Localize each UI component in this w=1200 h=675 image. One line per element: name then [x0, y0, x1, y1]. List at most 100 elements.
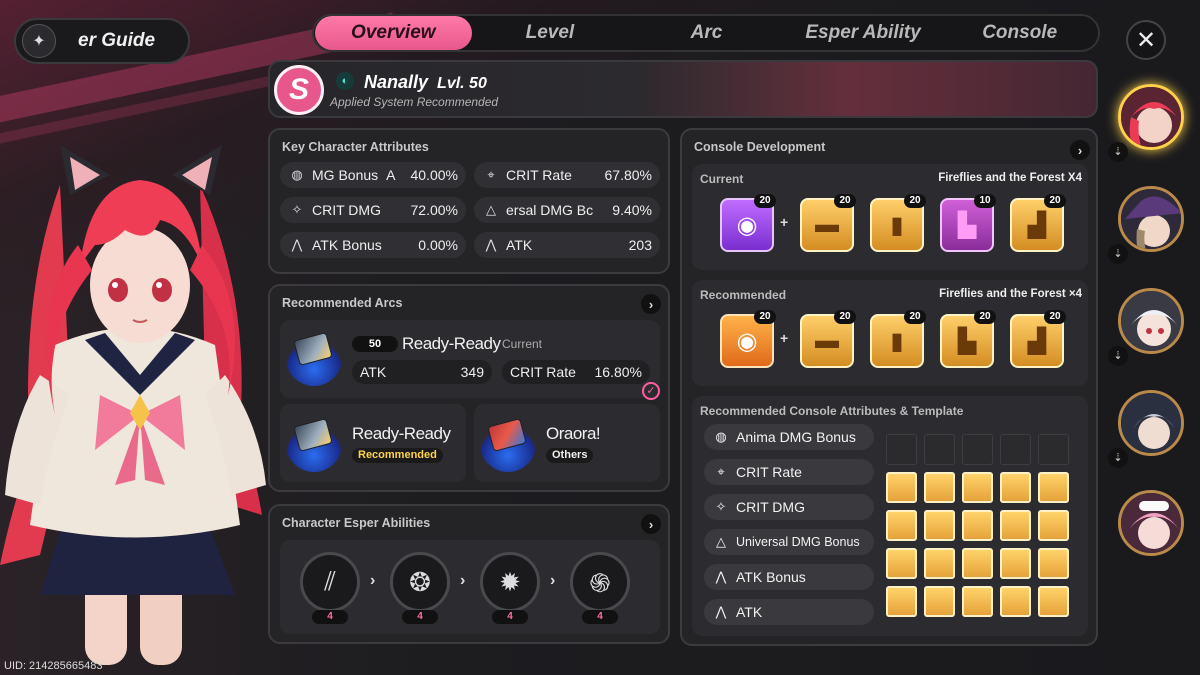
- chevron-right-icon: ›: [460, 572, 466, 589]
- recommended-label: Recommended: [700, 288, 787, 302]
- grid-cell: [886, 472, 917, 503]
- grid-cell: [962, 548, 993, 579]
- chevron-right-icon[interactable]: ›: [641, 514, 661, 534]
- arc-image: [480, 416, 536, 472]
- grid-cell: [924, 472, 955, 503]
- grid-cell: [924, 510, 955, 541]
- crit-dmg-icon: ✧: [715, 499, 727, 514]
- esper-track: ⫽ 4 › ❂ 4 › ✹ 4 › ֍ 4: [280, 540, 660, 634]
- panel-title: Key Character Attributes: [282, 140, 429, 154]
- console-item[interactable]: ▮ 20: [870, 194, 926, 252]
- chevron-down-icon[interactable]: ⇣: [1108, 142, 1128, 162]
- arc-current-tag: Current: [502, 337, 543, 351]
- set-name: Fireflies and the Forest ×4: [939, 288, 1082, 300]
- crit-dmg-icon: ✧: [291, 202, 303, 217]
- grid-cell: [962, 472, 993, 503]
- grid-cell: [886, 548, 917, 579]
- set-name: Fireflies and the Forest X4: [938, 172, 1082, 184]
- chevron-down-icon[interactable]: ⇣: [1108, 346, 1128, 366]
- console-item[interactable]: ▙ 10: [940, 194, 996, 252]
- tab-level[interactable]: Level: [472, 16, 629, 50]
- grid-cell: [1000, 510, 1031, 541]
- console-item[interactable]: ▮ 20: [870, 310, 926, 368]
- character-level: Lvl. 50: [437, 75, 487, 92]
- close-icon: ✕: [1135, 26, 1157, 54]
- grid-cell: [1038, 472, 1069, 503]
- template-attr: ⋀ ATK: [704, 599, 874, 625]
- template-attr: ◍ Anima DMG Bonus: [704, 424, 874, 450]
- attr-atk: ⋀ ATK 203: [474, 232, 660, 258]
- burst-icon[interactable]: ✹: [480, 552, 540, 612]
- anima-icon: ◍: [291, 167, 303, 182]
- character-name: Nanally Lvl. 50: [364, 72, 487, 93]
- console-item[interactable]: ◉ 20: [720, 194, 776, 252]
- atk-icon: ⋀: [715, 569, 727, 584]
- console-template: Recommended Console Attributes & Templat…: [692, 396, 1088, 636]
- esper-level: 4: [312, 610, 348, 624]
- arc-level: 50: [352, 336, 398, 352]
- claw-icon[interactable]: ⫽: [300, 552, 360, 612]
- roster-pink-hair[interactable]: [1118, 490, 1184, 556]
- crosshair-icon: ⌖: [717, 464, 725, 479]
- arc-image: [286, 416, 342, 472]
- plus-icon: +: [780, 330, 789, 346]
- grid-cell: [962, 586, 993, 617]
- console-current: Current Fireflies and the Forest X4 ◉ 20 …: [692, 164, 1088, 270]
- console-item[interactable]: ▬ 20: [800, 194, 856, 252]
- recommended-badge: Recommended: [352, 448, 443, 463]
- attr-universal-dmg: △ ersal DMG Bc 9.40%: [474, 197, 660, 223]
- template-attr: ⌖ CRIT Rate: [704, 459, 874, 485]
- check-icon: ✓: [642, 382, 660, 400]
- tab-overview[interactable]: Overview: [315, 16, 472, 50]
- console-item[interactable]: ▟ 20: [1010, 310, 1066, 368]
- esper-level: 4: [492, 610, 528, 624]
- tab-esper-ability[interactable]: Esper Ability: [785, 16, 942, 50]
- others-badge: Others: [546, 448, 594, 463]
- tab-console[interactable]: Console: [941, 16, 1098, 50]
- uid-label: UID: 214285665483: [4, 660, 103, 672]
- template-grid: [886, 434, 1076, 624]
- chevron-right-icon[interactable]: ›: [1070, 140, 1090, 160]
- creature-icon[interactable]: ❂: [390, 552, 450, 612]
- arc-stat-crit-rate: CRIT Rate 16.80%: [502, 360, 650, 384]
- attr-crit-dmg: ✧ CRIT DMG 72.00%: [280, 197, 466, 223]
- character-subtitle: Applied System Recommended: [330, 95, 499, 109]
- arc-option-card[interactable]: Oraora! Others: [474, 404, 660, 482]
- grid-cell: [1038, 434, 1069, 465]
- close-button[interactable]: ✕: [1126, 20, 1166, 60]
- console-item[interactable]: ▙ 20: [940, 310, 996, 368]
- current-arc-card[interactable]: 50 Ready-Ready Current ATK 349 CRIT Rate…: [280, 320, 660, 398]
- roster-nanally[interactable]: [1118, 84, 1184, 150]
- roster-silver-hair[interactable]: [1118, 390, 1184, 456]
- arc-option-card[interactable]: Ready-Ready Recommended: [280, 404, 466, 482]
- arc-name: Ready-Ready: [402, 334, 501, 353]
- roster-witch-hat[interactable]: [1118, 186, 1184, 252]
- grid-cell: [886, 586, 917, 617]
- chevron-down-icon[interactable]: ⇣: [1108, 448, 1128, 468]
- console-item[interactable]: ▟ 20: [1010, 194, 1066, 252]
- console-item[interactable]: ◉ 20: [720, 310, 776, 368]
- grid-cell: [886, 434, 917, 465]
- guide-button[interactable]: ✦ er Guide: [14, 18, 190, 64]
- roster-white-hair[interactable]: [1118, 288, 1184, 354]
- tab-arc[interactable]: Arc: [628, 16, 785, 50]
- guide-label: er Guide: [78, 30, 156, 51]
- swirl-icon[interactable]: ֍: [570, 552, 630, 612]
- panel-title: Recommended Arcs: [282, 296, 403, 310]
- arc-name: Ready-Ready: [352, 424, 451, 443]
- console-development-panel: Console Development › Current Fireflies …: [680, 128, 1098, 646]
- atk-icon: ⋀: [715, 604, 727, 619]
- atk-icon: ⋀: [485, 237, 497, 252]
- chevron-down-icon[interactable]: ⇣: [1108, 244, 1128, 264]
- grid-cell: [886, 510, 917, 541]
- arc-stat-atk: ATK 349: [352, 360, 492, 384]
- crosshair-icon: ⌖: [487, 167, 495, 182]
- chevron-right-icon[interactable]: ›: [641, 294, 661, 314]
- anima-icon: ◍: [715, 429, 727, 444]
- character-portrait: [0, 145, 266, 665]
- plus-icon: +: [780, 214, 789, 230]
- console-item[interactable]: ▬ 20: [800, 310, 856, 368]
- book-icon: ✦: [22, 24, 56, 58]
- grid-cell: [1000, 586, 1031, 617]
- recommended-arcs-panel: Recommended Arcs › 50 Ready-Ready Curren…: [268, 284, 670, 492]
